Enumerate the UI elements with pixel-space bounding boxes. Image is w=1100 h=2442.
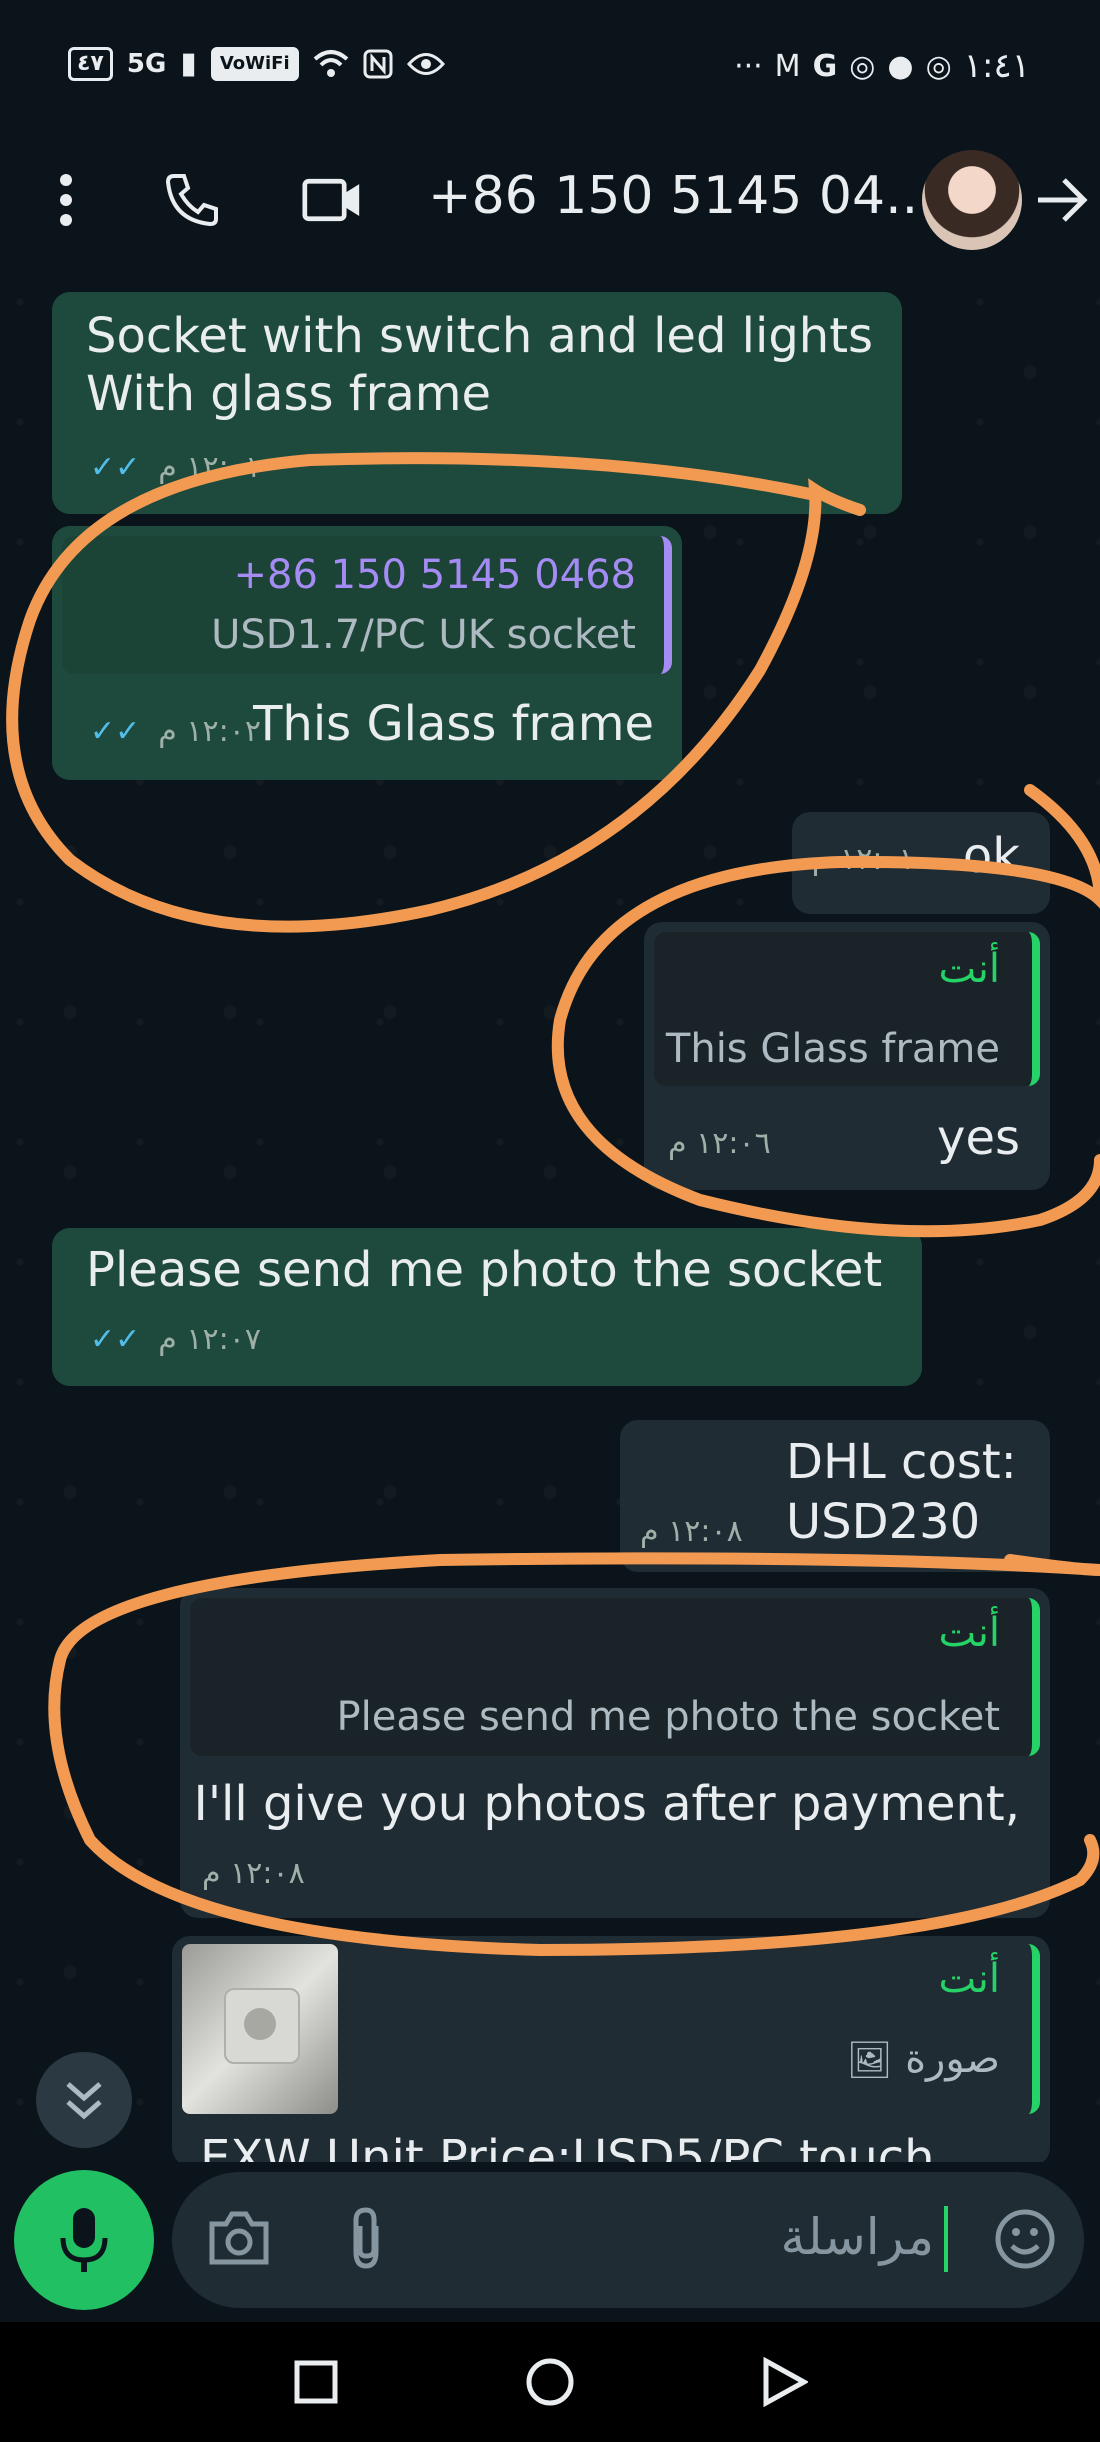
system-nav-bar [0,2322,1100,2442]
quoted-text: 🖼 صورة [846,2036,1000,2082]
network-indicator: 5G [126,48,167,79]
more-vert-icon[interactable] [36,170,96,230]
back-button[interactable] [754,2352,814,2412]
message-text: With glass frame [86,366,492,422]
google-icon: G [812,48,838,84]
clock: ١:٤١ [963,46,1030,86]
annotation-circle [551,784,1100,1238]
forward-arrow-icon[interactable] [1032,170,1092,230]
facebook-icon: ● [887,48,914,84]
recents-button[interactable] [286,2352,346,2412]
status-bar: ٤٧ 5G ▮ VoWiFi ··· M G ◎ ● ◎ ١:٤١ [0,0,1100,140]
wifi-icon [313,49,348,77]
scroll-down-button[interactable] [36,2052,132,2148]
message-input[interactable]: مراسلة [172,2172,1084,2308]
message-placeholder: مراسلة [780,2208,934,2266]
video-icon[interactable] [302,170,362,230]
text-cursor [944,2206,948,2272]
nfc-icon [363,49,393,78]
vowifi-badge: VoWiFi [210,46,299,81]
camera-icon[interactable] [208,2210,270,2270]
attach-icon[interactable] [346,2206,386,2276]
gmail-icon: M [774,48,801,84]
message-text: Please send me photo the socket [86,1242,883,1298]
mic-icon [60,2208,108,2272]
mic-button[interactable] [14,2170,154,2310]
triangle-back-icon [763,2357,808,2407]
read-ticks-icon: ✓✓ [90,1322,152,1357]
eye-icon [406,52,445,75]
square-icon [294,2360,338,2404]
avatar[interactable] [922,150,1022,250]
annotation-circle [48,1552,1100,1957]
message-text: Socket with switch and led lights [86,308,874,364]
instagram-icon: ◎ [849,48,876,84]
contact-name[interactable]: +86 150 5145 04... [428,166,935,226]
phone-icon[interactable] [162,170,222,230]
emoji-icon[interactable] [994,2208,1056,2274]
message-time: ✓✓ ١٢:٠٧ م [90,1322,261,1357]
double-chevron-down-icon [66,2082,102,2120]
sim-signal-icon: ▮ [180,46,197,81]
circle-icon [526,2358,574,2406]
image-icon: 🖼 [846,2040,893,2081]
more-icon: ··· [734,48,763,84]
message-text: DHL cost: [786,1434,1017,1490]
instagram-icon: ◎ [925,48,952,84]
home-button[interactable] [520,2352,580,2412]
battery-indicator: ٤٧ [68,46,113,81]
